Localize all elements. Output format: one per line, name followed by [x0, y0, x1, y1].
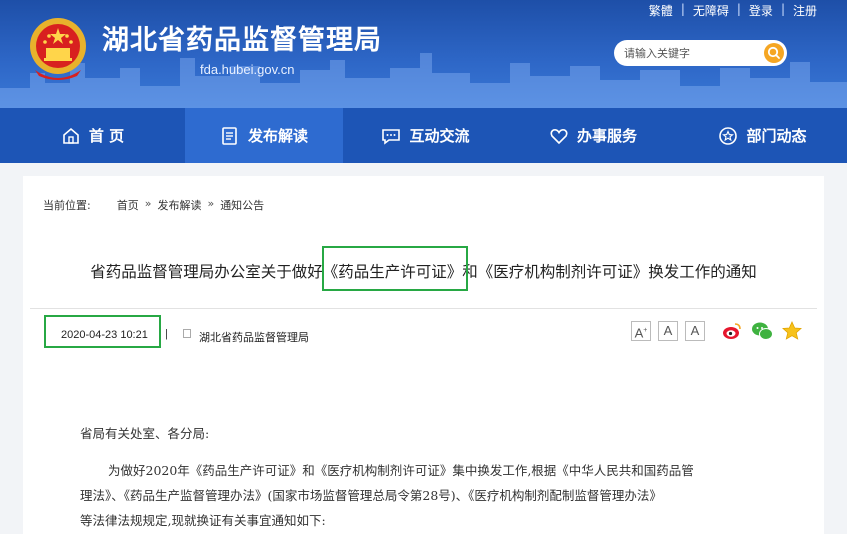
- meta-separator: |: [165, 328, 168, 340]
- nav-item-label: 发布解读: [247, 127, 308, 145]
- breadcrumb-home-link[interactable]: 首页: [117, 197, 139, 213]
- nav-item-label: 首 页: [88, 127, 125, 145]
- register-link[interactable]: 注册: [785, 2, 825, 19]
- nav-item-publish[interactable]: 发布解读: [185, 108, 343, 163]
- font-size-label: A: [634, 325, 644, 341]
- site-header: 湖北省药品监督管理局 fda.hubei.gov.cn 繁體 | 无障碍 | 登…: [0, 0, 847, 108]
- weibo-icon[interactable]: [721, 320, 743, 342]
- breadcrumb-separator: »: [207, 197, 215, 210]
- favorite-star-icon[interactable]: [781, 320, 803, 342]
- article-title-part: 和《医疗机构制剂许可证》换发工作的通知: [462, 263, 757, 281]
- divider: [30, 308, 817, 309]
- article-title-part: 省药品监督管理局办公室关于做好: [90, 263, 323, 281]
- search-box: [614, 40, 787, 66]
- font-size-label: A: [690, 323, 700, 338]
- breadcrumb-prefix: 当前位置:: [43, 199, 91, 212]
- search-button[interactable]: [764, 43, 784, 63]
- national-emblem-logo: [30, 18, 86, 80]
- font-size-large-button[interactable]: A+: [631, 321, 651, 341]
- font-size-label: A: [663, 323, 673, 338]
- home-icon: [63, 127, 79, 144]
- article-panel: 当前位置: 首页 » 发布解读 » 通知公告 省药品监督管理局办公室关于做好《药…: [23, 176, 824, 534]
- breadcrumb: 当前位置: 首页 » 发布解读 » 通知公告: [43, 197, 264, 213]
- paragraph-line: 等法律法规规定,现就换证有关事宜通知如下:: [80, 513, 326, 528]
- publish-date: 2020-04-23 10:21: [61, 329, 148, 341]
- search-icon: [767, 46, 780, 59]
- document-icon: [222, 126, 237, 145]
- heart-icon: [550, 128, 568, 144]
- nav-item-home[interactable]: 首 页: [0, 108, 185, 163]
- site-domain: fda.hubei.gov.cn: [200, 62, 295, 77]
- nav-item-services[interactable]: 办事服务: [508, 108, 678, 163]
- article-meta: 2020-04-23 10:21 | 湖北省药品监督管理局 A+ A A: [23, 315, 824, 348]
- font-size-medium-button[interactable]: A: [658, 321, 678, 341]
- star-icon: [719, 126, 738, 145]
- article-source: 湖北省药品监督管理局: [199, 331, 309, 344]
- paragraph-line: 理法》、《药品生产监督管理办法》(国家市场监督管理总局令第28号)、《医疗机构制…: [80, 488, 662, 503]
- site-title: 湖北省药品监督管理局: [102, 25, 382, 56]
- nav-item-dept-news[interactable]: 部门动态: [678, 108, 847, 163]
- breadcrumb-notice-link[interactable]: 通知公告: [220, 197, 264, 213]
- nav-item-label: 办事服务: [576, 127, 637, 145]
- traditional-chinese-link[interactable]: 繁體: [641, 2, 681, 19]
- main-nav: 首 页 发布解读 互动交流 办事服务 部门动态: [0, 108, 847, 163]
- accessibility-link[interactable]: 无障碍: [685, 2, 737, 19]
- nav-item-label: 互动交流: [409, 127, 470, 145]
- paragraph-line: 为做好2020年《药品生产许可证》和《医疗机构制剂许可证》集中换发工作,根据《中…: [108, 463, 694, 478]
- breadcrumb-separator: »: [144, 197, 152, 210]
- wechat-icon[interactable]: [751, 320, 773, 342]
- top-links: 繁體 | 无障碍 | 登录 | 注册: [641, 2, 825, 19]
- source-doc-icon: [183, 329, 191, 338]
- chat-icon: [382, 128, 401, 145]
- salutation: 省局有关处室、各分局:: [80, 426, 210, 441]
- login-link[interactable]: 登录: [741, 2, 781, 19]
- title-highlight-box: [322, 246, 468, 291]
- nav-item-interact[interactable]: 互动交流: [343, 108, 508, 163]
- breadcrumb-publish-link[interactable]: 发布解读: [157, 197, 201, 213]
- nav-item-label: 部门动态: [746, 127, 807, 145]
- font-size-small-button[interactable]: A: [685, 321, 705, 341]
- search-input[interactable]: [624, 44, 754, 62]
